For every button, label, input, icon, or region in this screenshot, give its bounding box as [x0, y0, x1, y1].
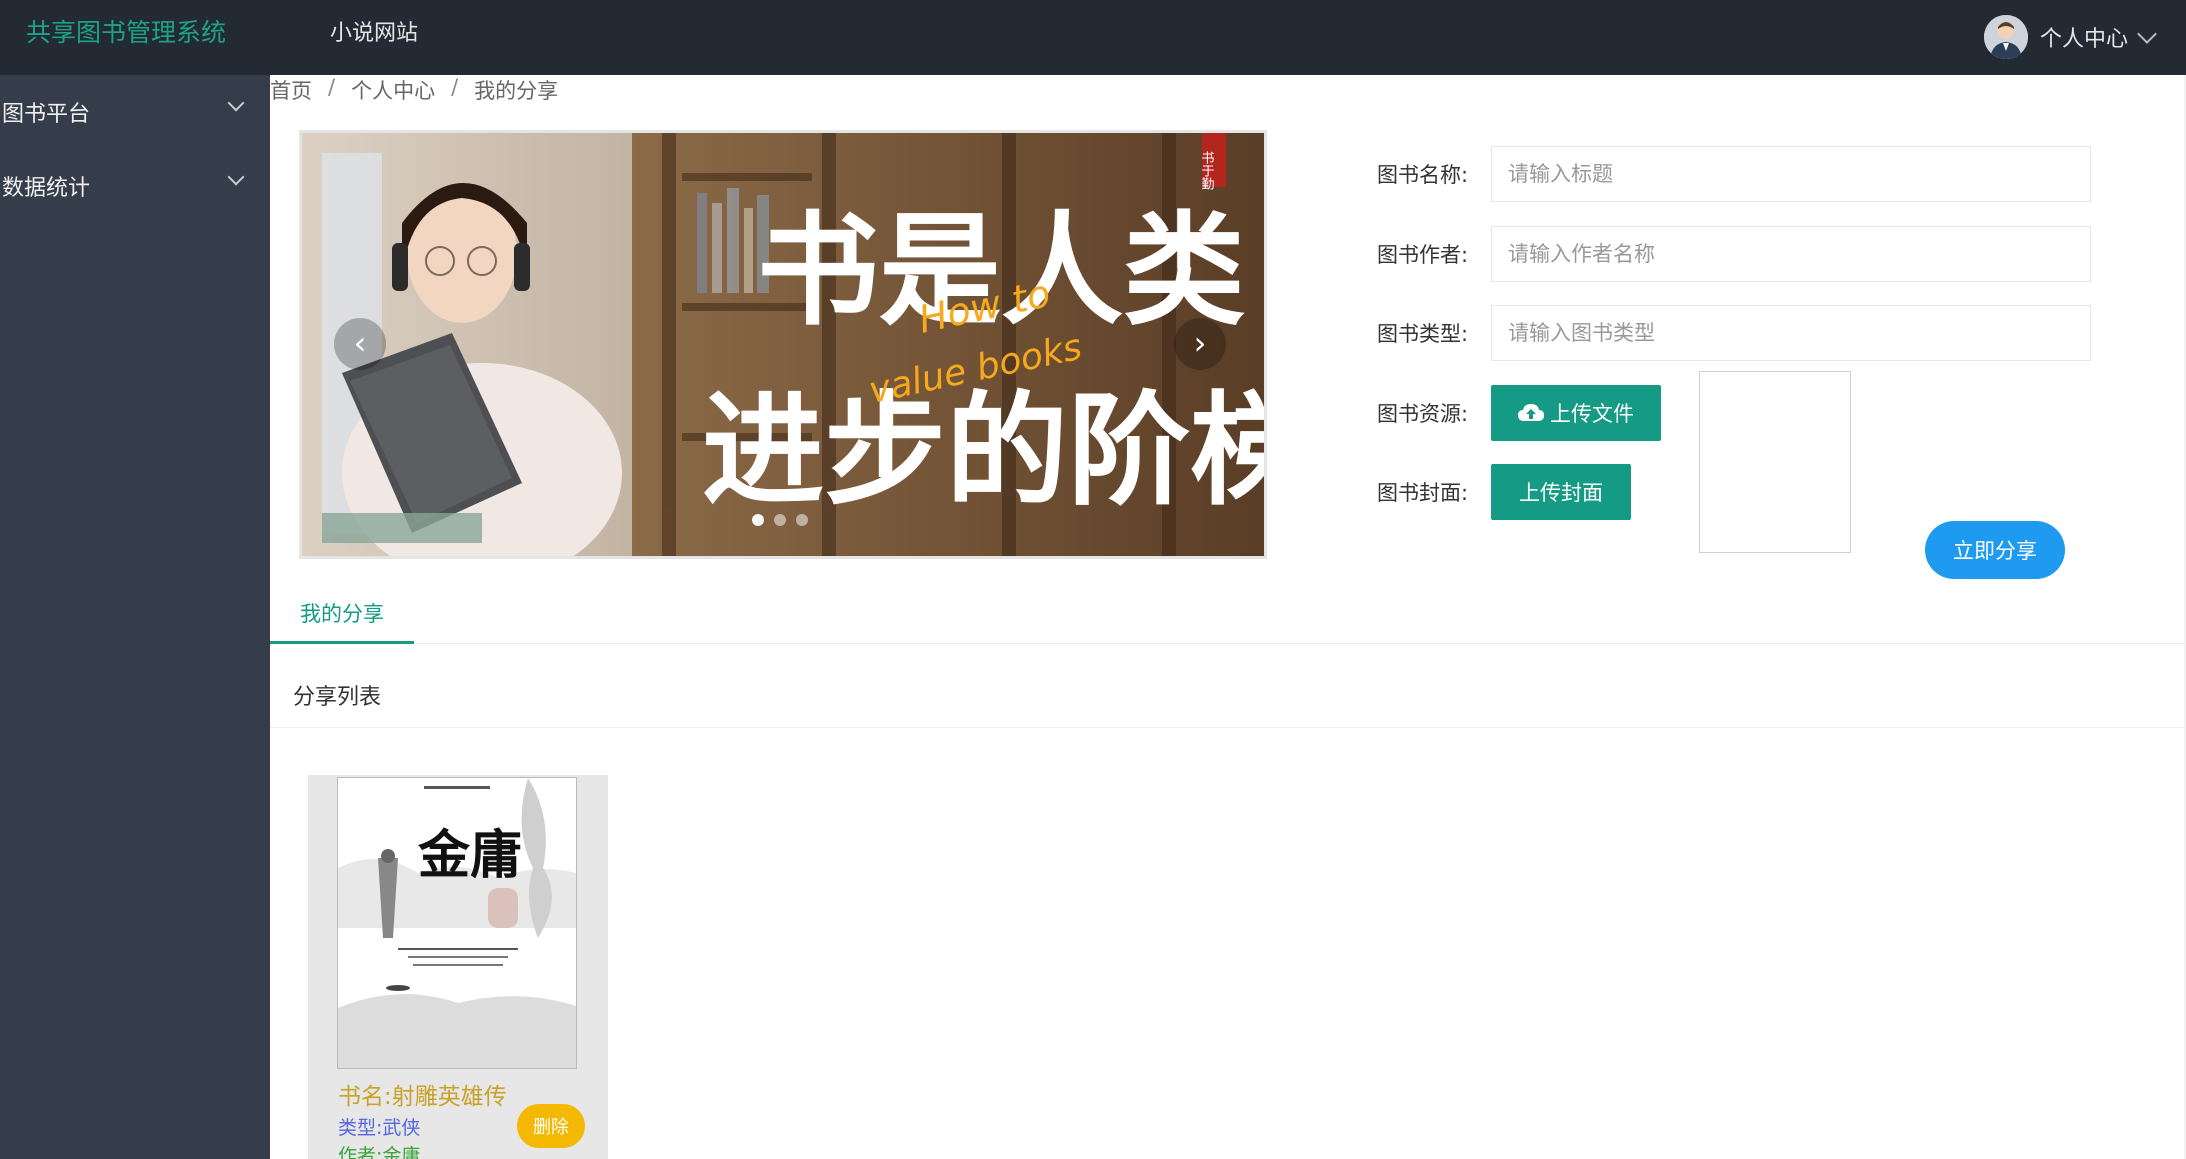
book-type: 类型:武侠 — [338, 1117, 421, 1139]
book-cover-label: 图书封面: — [1377, 481, 1469, 505]
sidebar-item-data-stats[interactable]: 数据统计 — [0, 149, 270, 223]
form-row-book-resource: 图书资源: 上传文件 — [1377, 385, 1661, 441]
form-row-book-author: 图书作者: — [1377, 226, 2091, 282]
upload-file-button[interactable]: 上传文件 — [1491, 385, 1661, 441]
book-type-label: 图书类型: — [1377, 322, 1469, 346]
banner-seal: 书于勤 — [1199, 151, 1215, 191]
book-name: 书名:射雕英雄传 — [338, 1084, 507, 1110]
book-cover-title: 金庸 — [417, 825, 522, 886]
form-row-book-name: 图书名称: — [1377, 146, 2091, 202]
carousel-next-button[interactable]: › — [1174, 318, 1226, 370]
breadcrumb-my-share: 我的分享 — [474, 79, 559, 103]
share-list-header: 分享列表 — [270, 657, 2184, 728]
main-content: 首页 / 个人中心 / 我的分享 书是人类 进步的阶梯 How to value… — [270, 75, 2184, 1159]
carousel-dot[interactable] — [752, 514, 764, 526]
banner-line-2: 进步的阶梯 — [702, 378, 1264, 522]
delete-button[interactable]: 删除 — [517, 1104, 585, 1148]
book-name-input[interactable] — [1491, 146, 2091, 202]
chevron-down-icon — [227, 168, 245, 186]
book-name-label: 图书名称: — [1377, 163, 1469, 187]
breadcrumb: 首页 / 个人中心 / 我的分享 — [270, 75, 558, 105]
cover-preview[interactable] — [1699, 371, 1851, 553]
breadcrumb-separator: / — [451, 75, 459, 99]
book-resource-label: 图书资源: — [1377, 402, 1469, 426]
breadcrumb-home[interactable]: 首页 — [270, 75, 312, 105]
user-menu-label[interactable]: 个人中心 — [2040, 21, 2128, 53]
carousel-dot[interactable] — [774, 514, 786, 526]
chevron-down-icon — [2137, 24, 2157, 44]
upload-file-label: 上传文件 — [1550, 402, 1634, 426]
upload-cover-button[interactable]: 上传封面 — [1491, 464, 1631, 520]
form-row-book-type: 图书类型: — [1377, 305, 2091, 361]
book-author-label: 图书作者: — [1377, 243, 1469, 267]
upload-cover-label: 上传封面 — [1519, 481, 1603, 505]
carousel-dots — [752, 514, 808, 526]
avatar[interactable] — [1983, 15, 2028, 59]
tab-bar: 我的分享 — [270, 585, 2184, 644]
sidebar-item-label: 数据统计 — [2, 176, 91, 201]
cloud-upload-icon — [1518, 404, 1544, 421]
breadcrumb-personal-center[interactable]: 个人中心 — [351, 75, 435, 105]
brand-title[interactable]: 共享图书管理系统 — [26, 13, 226, 49]
sidebar-item-book-platform[interactable]: 图书平台 — [0, 75, 270, 149]
chevron-down-icon — [227, 94, 245, 112]
user-menu[interactable]: 个人中心 — [1983, 7, 2157, 67]
novel-site-link[interactable]: 小说网站 — [330, 15, 418, 47]
banner-carousel[interactable]: 书是人类 进步的阶梯 How to value books 书于勤 ‹ › — [299, 130, 1267, 559]
book-author-input[interactable] — [1491, 226, 2091, 282]
book-author: 作者:金庸 — [338, 1145, 421, 1159]
book-cover-image: 金庸 — [337, 777, 577, 1069]
sidebar: 图书平台 数据统计 — [0, 75, 270, 1159]
sidebar-item-label: 图书平台 — [2, 102, 91, 127]
user-avatar-icon — [1983, 15, 2028, 59]
banner-image: 书是人类 进步的阶梯 How to value books 书于勤 — [302, 133, 1264, 556]
share-now-button[interactable]: 立即分享 — [1925, 521, 2065, 579]
tab-my-share[interactable]: 我的分享 — [270, 585, 414, 644]
carousel-prev-button[interactable]: ‹ — [334, 318, 386, 370]
form-row-book-cover: 图书封面: 上传封面 — [1377, 464, 1631, 520]
share-list-title: 分享列表 — [293, 685, 382, 710]
book-card[interactable]: 金庸 书名:射雕英雄传 类型:武侠 作者:金庸 删除 — [308, 775, 608, 1159]
carousel-dot[interactable] — [796, 514, 808, 526]
breadcrumb-separator: / — [328, 75, 336, 99]
book-type-input[interactable] — [1491, 305, 2091, 361]
book-cover-art: 金庸 — [338, 778, 576, 1068]
top-bar: 共享图书管理系统 小说网站 个人中心 — [0, 0, 2186, 75]
